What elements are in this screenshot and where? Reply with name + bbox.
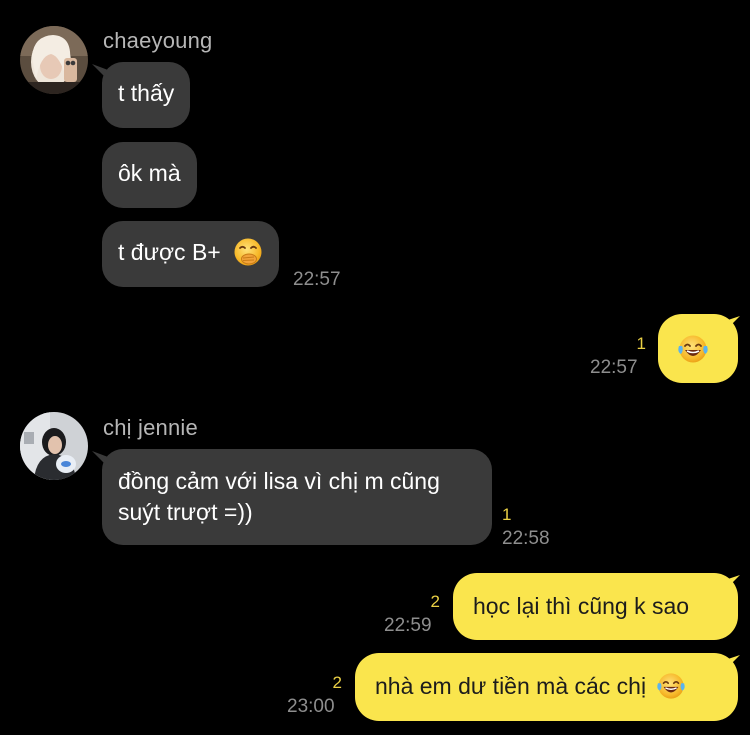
incoming-message-bubble[interactable]: t được B+: [102, 221, 280, 287]
message-text: ôk mà: [118, 160, 181, 186]
avatar-photo: [20, 26, 88, 94]
message-timestamp: 22:57: [293, 269, 341, 290]
incoming-message-bubble[interactable]: ôk mà: [102, 142, 197, 208]
sender-name: chị jennie: [103, 415, 198, 440]
message-timestamp: 22:58: [502, 528, 550, 549]
face-with-tears-of-joy-icon: [657, 673, 686, 699]
message-timestamp: 23:00: [287, 696, 335, 717]
sender-name: chaeyoung: [103, 28, 213, 53]
avatar-photo: [20, 412, 88, 480]
unread-count: 2: [430, 592, 440, 611]
message-text-line: đồng cảm với lisa vì chị m cũng: [118, 468, 440, 494]
avatar-jennie[interactable]: [20, 412, 88, 480]
incoming-message-bubble[interactable]: t thấy: [102, 62, 191, 128]
outgoing-emoji-bubble[interactable]: [658, 314, 738, 383]
unread-count: 1: [502, 505, 512, 524]
message-text: t được B+: [118, 239, 221, 265]
incoming-message-bubble[interactable]: đồng cảm với lisa vì chị m cũng suýt trư…: [102, 449, 492, 545]
message-text: t thấy: [118, 80, 175, 106]
face-with-tears-of-joy-icon: [678, 335, 708, 363]
face-with-hand-over-mouth-icon: [234, 238, 262, 266]
outgoing-message-bubble[interactable]: học lại thì cũng k sao: [453, 573, 738, 640]
message-text-line: suýt trượt =)): [118, 499, 253, 525]
message-text: học lại thì cũng k sao: [473, 593, 690, 619]
outgoing-message-bubble[interactable]: nhà em dư tiền mà các chị: [355, 653, 738, 721]
message-timestamp: 22:57: [590, 357, 638, 378]
unread-count: 1: [636, 334, 646, 353]
message-timestamp: 22:59: [384, 615, 432, 636]
unread-count: 2: [332, 673, 342, 692]
message-text: nhà em dư tiền mà các chị: [375, 673, 647, 699]
avatar-chaeyoung[interactable]: [20, 26, 88, 94]
